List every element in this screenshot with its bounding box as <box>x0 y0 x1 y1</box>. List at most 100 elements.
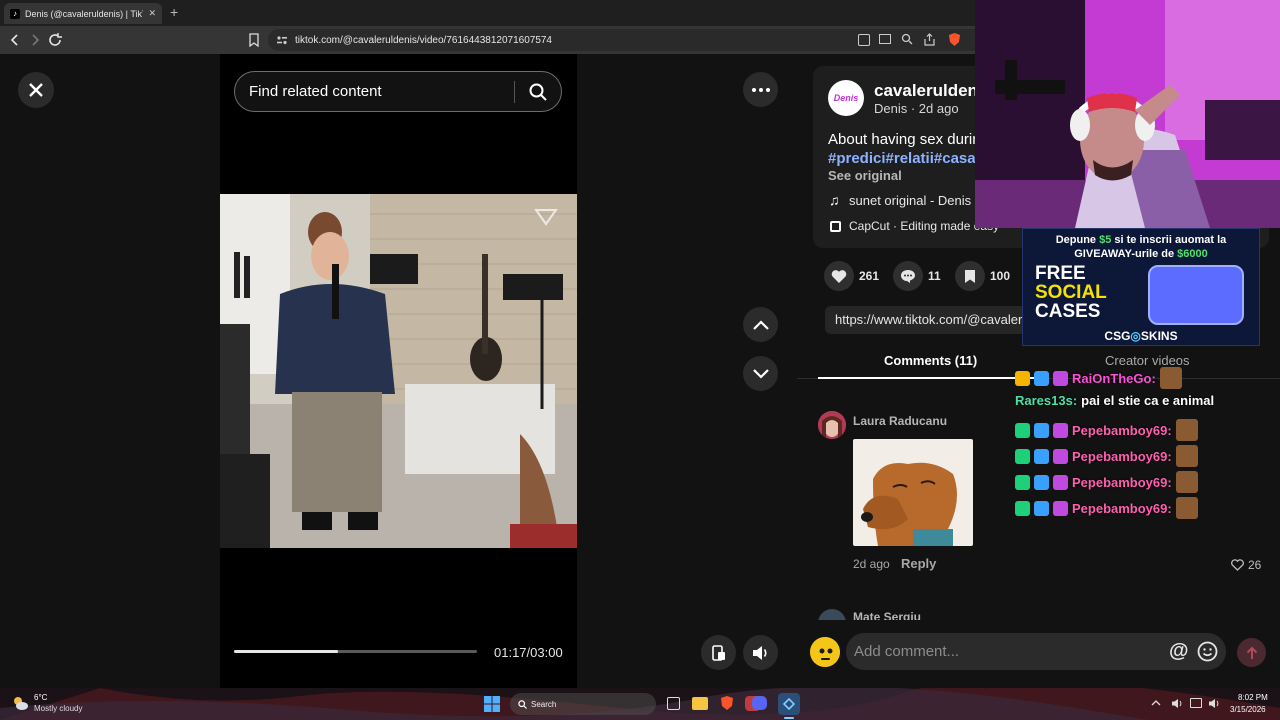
chat-app-icon[interactable] <box>778 693 800 715</box>
new-tab-button[interactable]: + <box>170 4 178 20</box>
chat-emote-icon <box>1175 471 1198 493</box>
discord-icon[interactable] <box>752 696 767 710</box>
chat-badge-icon <box>1034 448 1049 464</box>
close-button[interactable] <box>18 72 54 108</box>
see-original-link[interactable]: See original <box>828 168 902 183</box>
back-icon[interactable] <box>8 32 22 48</box>
comment-button[interactable] <box>893 261 923 291</box>
speaker-tray-icon[interactable] <box>1208 698 1220 709</box>
clock-time[interactable]: 8:02 PM <box>1238 693 1268 702</box>
save-button[interactable] <box>955 261 985 291</box>
search-placeholder: Find related content <box>249 83 382 100</box>
video-progress-track[interactable] <box>234 650 477 653</box>
giveaway-ad: Depune $5 si te inscrii auomat la GIVEAW… <box>1022 228 1260 346</box>
comment-placeholder: Add comment... <box>854 643 960 660</box>
task-view-icon[interactable] <box>667 697 680 710</box>
gift-badge-icon <box>1053 448 1068 464</box>
comment-input[interactable]: Add comment... @ <box>846 633 1226 670</box>
taskbar-search[interactable]: Search <box>510 693 656 715</box>
post-comment-button[interactable] <box>1237 638 1266 667</box>
brave-shield-icon[interactable] <box>948 32 961 47</box>
search-icon[interactable] <box>529 83 547 101</box>
ad-brand: CSG <box>1104 329 1131 343</box>
zoom-icon[interactable] <box>901 33 913 45</box>
chat-text: pai el stie ca e animal <box>1081 393 1215 408</box>
next-video-button[interactable] <box>743 356 778 391</box>
tab-creator-videos[interactable]: Creator videos <box>1105 353 1190 368</box>
tab-close-icon[interactable]: ✕ <box>148 8 156 19</box>
chat-badge-icon <box>1015 474 1030 490</box>
chevron-down-icon <box>752 368 770 380</box>
tab-comments[interactable]: Comments (11) <box>884 353 977 368</box>
site-settings-icon[interactable] <box>276 34 288 46</box>
taskbar-search-label: Search <box>531 699 557 709</box>
ad-text: Depune <box>1055 234 1100 246</box>
forward-icon[interactable] <box>28 32 42 48</box>
emoji-icon[interactable] <box>1197 641 1218 662</box>
browser-tab[interactable]: ♪ Denis (@cavaleruldenis) | TikTok ✕ <box>4 3 162 24</box>
comment-gif-image[interactable] <box>853 439 973 546</box>
chat-message: Pepebamboy69: <box>1015 471 1198 493</box>
gift-badge-icon <box>1053 500 1068 516</box>
arrow-up-icon <box>1246 646 1258 660</box>
video-time: 01:17/03:00 <box>494 645 563 660</box>
weather-temp: 6°C <box>34 693 48 702</box>
volume-button[interactable] <box>743 635 778 670</box>
mention-icon[interactable]: @ <box>1169 640 1189 663</box>
search-icon <box>518 699 527 709</box>
more-options-button[interactable] <box>743 72 778 107</box>
media-icon[interactable] <box>879 34 891 44</box>
case-graphic <box>1148 265 1244 325</box>
chat-message: RaiOnTheGo: <box>1015 367 1182 389</box>
video-frame[interactable] <box>220 194 577 548</box>
chat-message: Rares13s: pai el stie ca e animal <box>1015 393 1214 408</box>
avatar[interactable] <box>818 411 846 439</box>
weather-icon[interactable] <box>11 695 29 711</box>
sound-link[interactable]: sunet original - Denis <box>849 193 971 208</box>
floating-player-button[interactable] <box>701 635 736 670</box>
chat-badge-icon <box>1034 422 1049 438</box>
speaker-icon <box>752 645 770 661</box>
chat-badge-icon <box>1034 474 1049 490</box>
caption-text: About having sex during <box>828 131 989 148</box>
avatar[interactable]: Denis <box>828 80 864 116</box>
windows-start-icon[interactable] <box>484 696 500 712</box>
chat-badge-icon <box>1015 448 1030 464</box>
ad-subheadline: GIVEAWAY-urile de $6000 <box>1023 248 1259 260</box>
volume-tray-icon[interactable] <box>1171 698 1183 709</box>
clock-date[interactable]: 3/15/2026 <box>1230 705 1266 714</box>
reply-button[interactable]: Reply <box>901 556 936 571</box>
like-button[interactable] <box>824 261 854 291</box>
ad-amount: $6000 <box>1177 248 1208 260</box>
gift-badge-icon <box>1053 370 1068 386</box>
emoji-avatar[interactable] <box>810 637 840 667</box>
post-meta: Denis · 2d ago <box>874 101 959 116</box>
previous-video-button[interactable] <box>743 307 778 342</box>
chat-message: Pepebamboy69: <box>1015 419 1198 441</box>
reload-icon[interactable] <box>47 32 63 48</box>
active-app-indicator <box>784 717 794 719</box>
share-icon[interactable] <box>923 33 936 46</box>
translate-off-icon[interactable] <box>858 34 870 46</box>
comment-like-icon[interactable] <box>1231 559 1244 571</box>
video-player[interactable]: 01:17/03:00 <box>220 54 577 688</box>
comment-author[interactable]: Laura Raducanu <box>853 414 947 428</box>
comment-like-count: 26 <box>1248 558 1262 572</box>
brave-browser-icon[interactable] <box>720 695 734 711</box>
gift-badge-icon <box>1053 474 1068 490</box>
chevron-up-icon <box>752 319 770 331</box>
chat-username: Rares13s: <box>1015 393 1078 408</box>
weather-desc: Mostly cloudy <box>34 704 83 713</box>
chat-username: RaiOnTheGo: <box>1072 370 1156 386</box>
network-tray-icon[interactable] <box>1190 698 1202 708</box>
bookmark-icon[interactable] <box>248 33 260 47</box>
heart-icon <box>831 269 847 284</box>
chat-username: Pepebamboy69: <box>1072 474 1172 490</box>
video-scene-image <box>220 194 577 548</box>
file-explorer-icon[interactable] <box>692 697 708 710</box>
related-search-input[interactable]: Find related content <box>234 71 562 112</box>
chat-badge-icon <box>1015 370 1030 386</box>
chat-badge-icon <box>1015 422 1030 438</box>
hashtags[interactable]: #predici#relatii#casat <box>828 150 981 167</box>
tray-chevron-icon[interactable] <box>1151 699 1161 706</box>
